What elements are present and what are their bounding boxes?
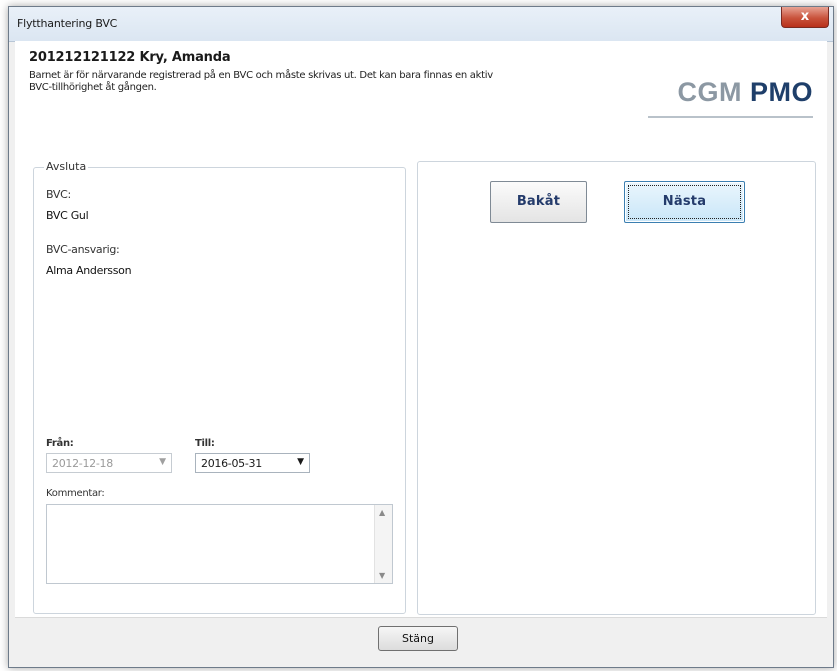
close-window-button[interactable]: x <box>781 7 829 28</box>
next-button[interactable]: Nästa <box>624 181 745 223</box>
info-line-2: BVC-tillhörighet åt gången. <box>29 82 157 93</box>
chevron-down-icon: ▼ <box>297 457 304 467</box>
from-label: Från: <box>46 438 74 449</box>
scroll-up-icon[interactable]: ▲ <box>379 508 385 517</box>
info-text: Barnet är för närvarande registrerad på … <box>29 70 589 94</box>
comment-field[interactable]: ▲ ▼ <box>46 504 393 584</box>
scroll-down-icon[interactable]: ▼ <box>379 571 385 580</box>
logo-underline <box>648 116 813 118</box>
bvc-responsible-value: Alma Andersson <box>46 264 132 277</box>
to-date-value: 2016-05-31 <box>201 457 262 470</box>
bvc-value: BVC Gul <box>46 209 89 222</box>
dialog-content: 201212121122 Kry, Amanda Barnet är för n… <box>15 41 827 659</box>
footer-bar: Stäng <box>15 617 827 659</box>
avsluta-legend: Avsluta <box>44 160 89 173</box>
close-icon: x <box>800 9 810 24</box>
patient-name: 201212121122 Kry, Amanda <box>29 50 231 65</box>
to-date-picker[interactable]: 2016-05-31 ▼ <box>195 453 310 473</box>
navigation-panel: Bakåt Nästa <box>417 161 816 615</box>
bvc-label: BVC: <box>46 188 71 201</box>
cgm-pmo-logo: CGM PMO <box>677 77 813 108</box>
avsluta-groupbox: Avsluta BVC: BVC Gul BVC-ansvarig: Alma … <box>33 160 406 614</box>
back-button[interactable]: Bakåt <box>490 181 587 223</box>
dialog-window: Flytthantering BVC x 201212121122 Kry, A… <box>8 6 834 668</box>
comment-label: Kommentar: <box>46 488 105 499</box>
close-button[interactable]: Stäng <box>378 626 458 651</box>
logo-cgm: CGM <box>677 77 742 107</box>
comment-scrollbar[interactable]: ▲ ▼ <box>374 505 392 583</box>
info-line-1: Barnet är för närvarande registrerad på … <box>29 70 493 81</box>
header: 201212121122 Kry, Amanda Barnet är för n… <box>15 41 827 135</box>
from-date-picker[interactable]: 2012-12-18 ▼ <box>46 453 172 473</box>
chevron-down-icon: ▼ <box>159 457 166 467</box>
window-title: Flytthantering BVC <box>17 17 118 30</box>
title-bar: Flytthantering BVC x <box>9 7 833 42</box>
bvc-responsible-label: BVC-ansvarig: <box>46 243 120 256</box>
to-label: Till: <box>195 438 215 449</box>
logo-pmo: PMO <box>749 77 813 107</box>
from-date-value: 2012-12-18 <box>52 457 113 470</box>
